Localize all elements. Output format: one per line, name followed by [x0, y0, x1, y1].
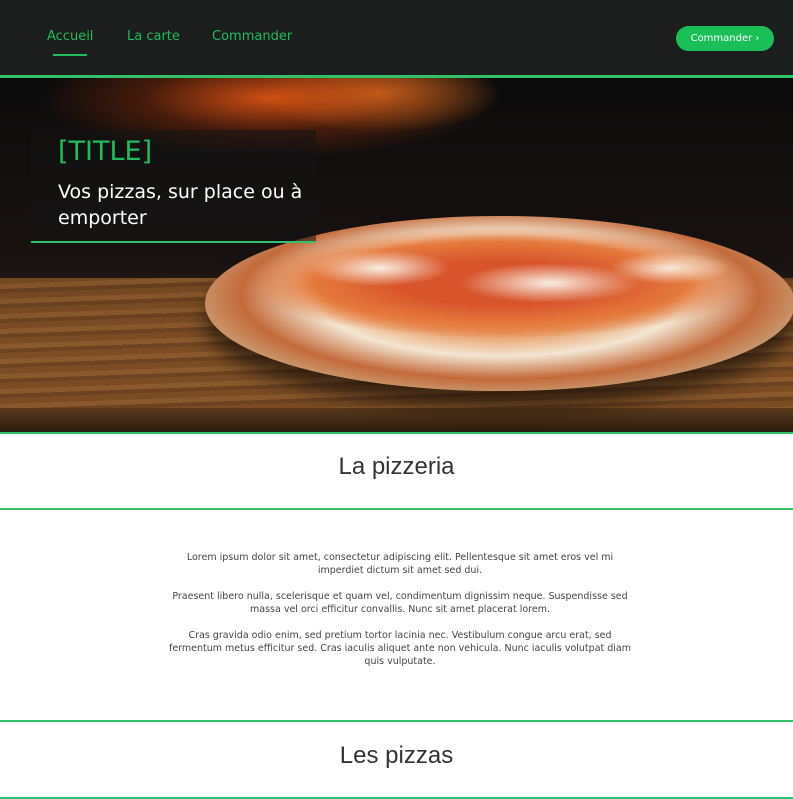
pizzeria-description: Lorem ipsum dolor sit amet, consectetur … [165, 551, 635, 681]
hero-subtitle: Vos pizzas, sur place ou à emporter [58, 181, 303, 229]
paragraph-1: Lorem ipsum dolor sit amet, consectetur … [186, 552, 614, 576]
paragraph-3: Cras gravida odio enim, sed pretium tort… [168, 630, 632, 667]
section-pizzeria-header: La pizzeria [0, 432, 793, 510]
hero-banner: [TITLE] Vos pizzas, sur place ou à empor… [0, 78, 793, 432]
commander-button[interactable]: Commander › [676, 26, 774, 51]
pizza-toppings [250, 228, 750, 338]
nav-link-commander[interactable]: Commander [212, 29, 292, 44]
section-title-pizzas: Les pizzas [339, 742, 454, 769]
nav-link-la-carte[interactable]: La carte [127, 29, 180, 44]
top-navbar: Accueil La carte Commander Commander › [0, 0, 793, 78]
section-title-pizzeria: La pizzeria [338, 453, 455, 480]
nav-link-accueil[interactable]: Accueil [47, 29, 93, 56]
section-pizzas-header: Les pizzas [0, 720, 793, 799]
board-edge [0, 408, 793, 432]
hero-title: [TITLE] [58, 136, 153, 167]
paragraph-2: Praesent libero nulla, scelerisque et qu… [172, 591, 628, 615]
